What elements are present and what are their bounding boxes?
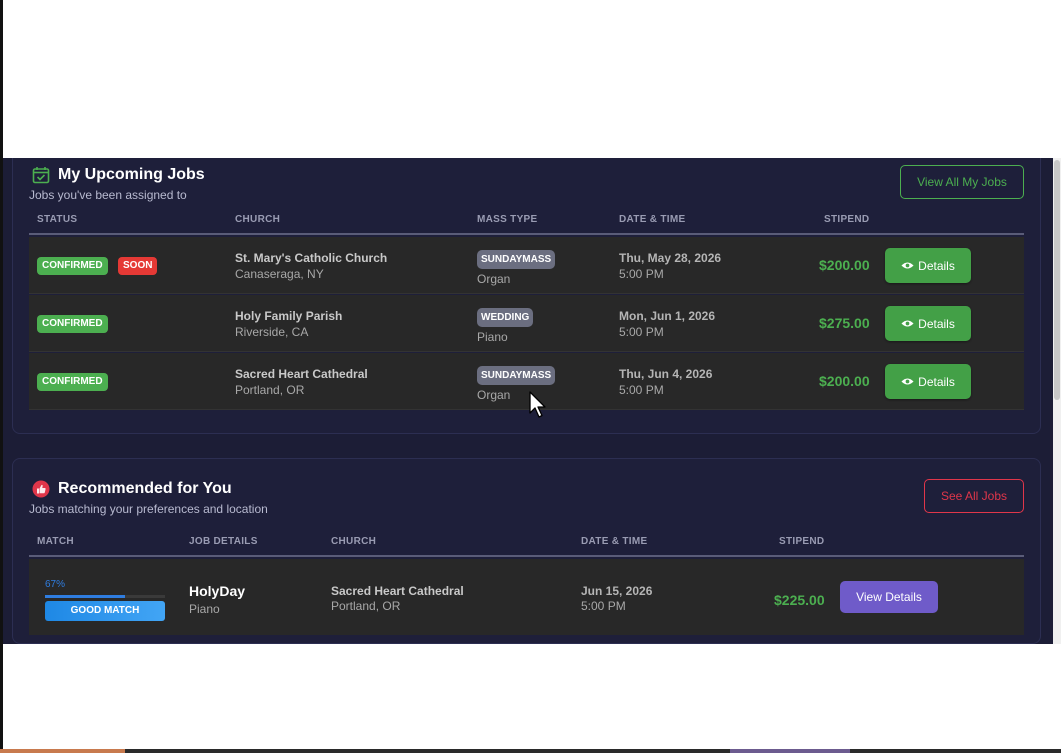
instrument: Piano xyxy=(477,330,508,344)
eye-icon xyxy=(901,320,914,327)
calendar-check-icon xyxy=(32,167,50,184)
taskbar-segment xyxy=(0,749,125,753)
recommended-jobs-card: Recommended for You Jobs matching your p… xyxy=(12,458,1041,644)
details-button[interactable]: Details xyxy=(885,306,971,341)
recommended-subtitle: Jobs matching your preferences and locat… xyxy=(29,502,268,516)
mouse-cursor-icon xyxy=(529,391,546,418)
eye-icon xyxy=(901,378,914,385)
church-location: Portland, OR xyxy=(235,383,305,397)
church-name: Sacred Heart Cathedral xyxy=(331,584,464,598)
soon-badge: SOON xyxy=(118,257,158,275)
match-progress-bar xyxy=(45,595,165,598)
column-header-church: CHURCH xyxy=(235,214,281,225)
upcoming-jobs-subtitle: Jobs you've been assigned to xyxy=(29,188,187,202)
stipend: $200.00 xyxy=(819,373,870,389)
church-location: Riverside, CA xyxy=(235,325,309,339)
status-badge: CONFIRMED xyxy=(37,315,108,333)
upcoming-jobs-card: My Upcoming Jobs Jobs you've been assign… xyxy=(12,158,1041,434)
column-header-church: CHURCH xyxy=(331,536,377,547)
stipend: $275.00 xyxy=(819,315,870,331)
column-header-date-time: DATE & TIME xyxy=(619,214,686,225)
job-date: Thu, May 28, 2026 xyxy=(619,251,722,265)
match-badge: GOOD MATCH xyxy=(45,601,165,621)
vertical-scrollbar[interactable] xyxy=(1053,158,1061,644)
job-type: HolyDay xyxy=(189,583,246,599)
dashboard-viewport: My Upcoming Jobs Jobs you've been assign… xyxy=(3,158,1053,644)
instrument: Organ xyxy=(477,272,511,286)
recommended-table-header: MATCH JOB DETAILS CHURCH DATE & TIME STI… xyxy=(29,529,1024,557)
column-header-job-details: JOB DETAILS xyxy=(189,536,258,547)
eye-icon xyxy=(901,262,914,269)
instrument: Piano xyxy=(189,602,220,616)
column-header-stipend: STIPEND xyxy=(824,214,870,225)
details-button[interactable]: Details xyxy=(885,248,971,283)
church-location: Canaseraga, NY xyxy=(235,267,324,281)
details-button-label: Details xyxy=(918,374,955,389)
job-date: Thu, Jun 4, 2026 xyxy=(619,367,713,381)
column-header-date-time: DATE & TIME xyxy=(581,536,648,547)
church-name: Sacred Heart Cathedral xyxy=(235,367,368,381)
stipend: $225.00 xyxy=(774,592,825,608)
details-button[interactable]: Details xyxy=(885,364,971,399)
scrollbar-thumb[interactable] xyxy=(1054,160,1060,400)
job-time: 5:00 PM xyxy=(581,599,626,613)
upcoming-jobs-title: My Upcoming Jobs xyxy=(58,166,205,183)
thumbs-up-icon xyxy=(32,480,50,498)
column-header-mass-type: MASS TYPE xyxy=(477,214,538,225)
mass-type-badge: SUNDAYMASS xyxy=(477,250,556,269)
column-header-match: MATCH xyxy=(37,536,74,547)
column-header-stipend: STIPEND xyxy=(779,536,825,547)
status-badge: CONFIRMED xyxy=(37,257,108,275)
details-button-label: Details xyxy=(918,316,955,331)
job-time: 5:00 PM xyxy=(619,383,664,397)
instrument: Organ xyxy=(477,388,511,402)
church-name: St. Mary's Catholic Church xyxy=(235,251,388,265)
view-details-button[interactable]: View Details xyxy=(840,581,938,613)
church-name: Holy Family Parish xyxy=(235,309,343,323)
column-header-status: STATUS xyxy=(37,214,78,225)
match-progress-fill xyxy=(45,595,126,598)
taskbar-strip xyxy=(0,749,1061,753)
job-date: Mon, Jun 1, 2026 xyxy=(619,309,716,323)
job-time: 5:00 PM xyxy=(619,267,664,281)
job-time: 5:00 PM xyxy=(619,325,664,339)
status-badge: CONFIRMED xyxy=(37,373,108,391)
match-percentage: 67% xyxy=(45,579,66,590)
church-location: Portland, OR xyxy=(331,599,401,613)
job-date: Jun 15, 2026 xyxy=(581,584,653,598)
upcoming-table-header: STATUS CHURCH MASS TYPE DATE & TIME STIP… xyxy=(29,207,1024,235)
view-all-my-jobs-button[interactable]: View All My Jobs xyxy=(900,165,1024,199)
details-button-label: Details xyxy=(918,258,955,273)
table-row[interactable]: CONFIRMED Sacred Heart Cathedral Portlan… xyxy=(29,353,1024,410)
table-row[interactable]: CONFIRMED SOON St. Mary's Catholic Churc… xyxy=(29,237,1024,294)
recommended-title: Recommended for You xyxy=(58,480,232,497)
table-row[interactable]: CONFIRMED Holy Family Parish Riverside, … xyxy=(29,295,1024,352)
mass-type-badge: WEDDING xyxy=(477,308,534,327)
see-all-jobs-button[interactable]: See All Jobs xyxy=(924,479,1024,513)
taskbar-segment xyxy=(730,749,850,753)
table-row[interactable]: 67% GOOD MATCH HolyDay Piano Sacred Hear… xyxy=(29,559,1024,635)
stipend: $200.00 xyxy=(819,257,870,273)
mass-type-badge: SUNDAYMASS xyxy=(477,366,556,385)
